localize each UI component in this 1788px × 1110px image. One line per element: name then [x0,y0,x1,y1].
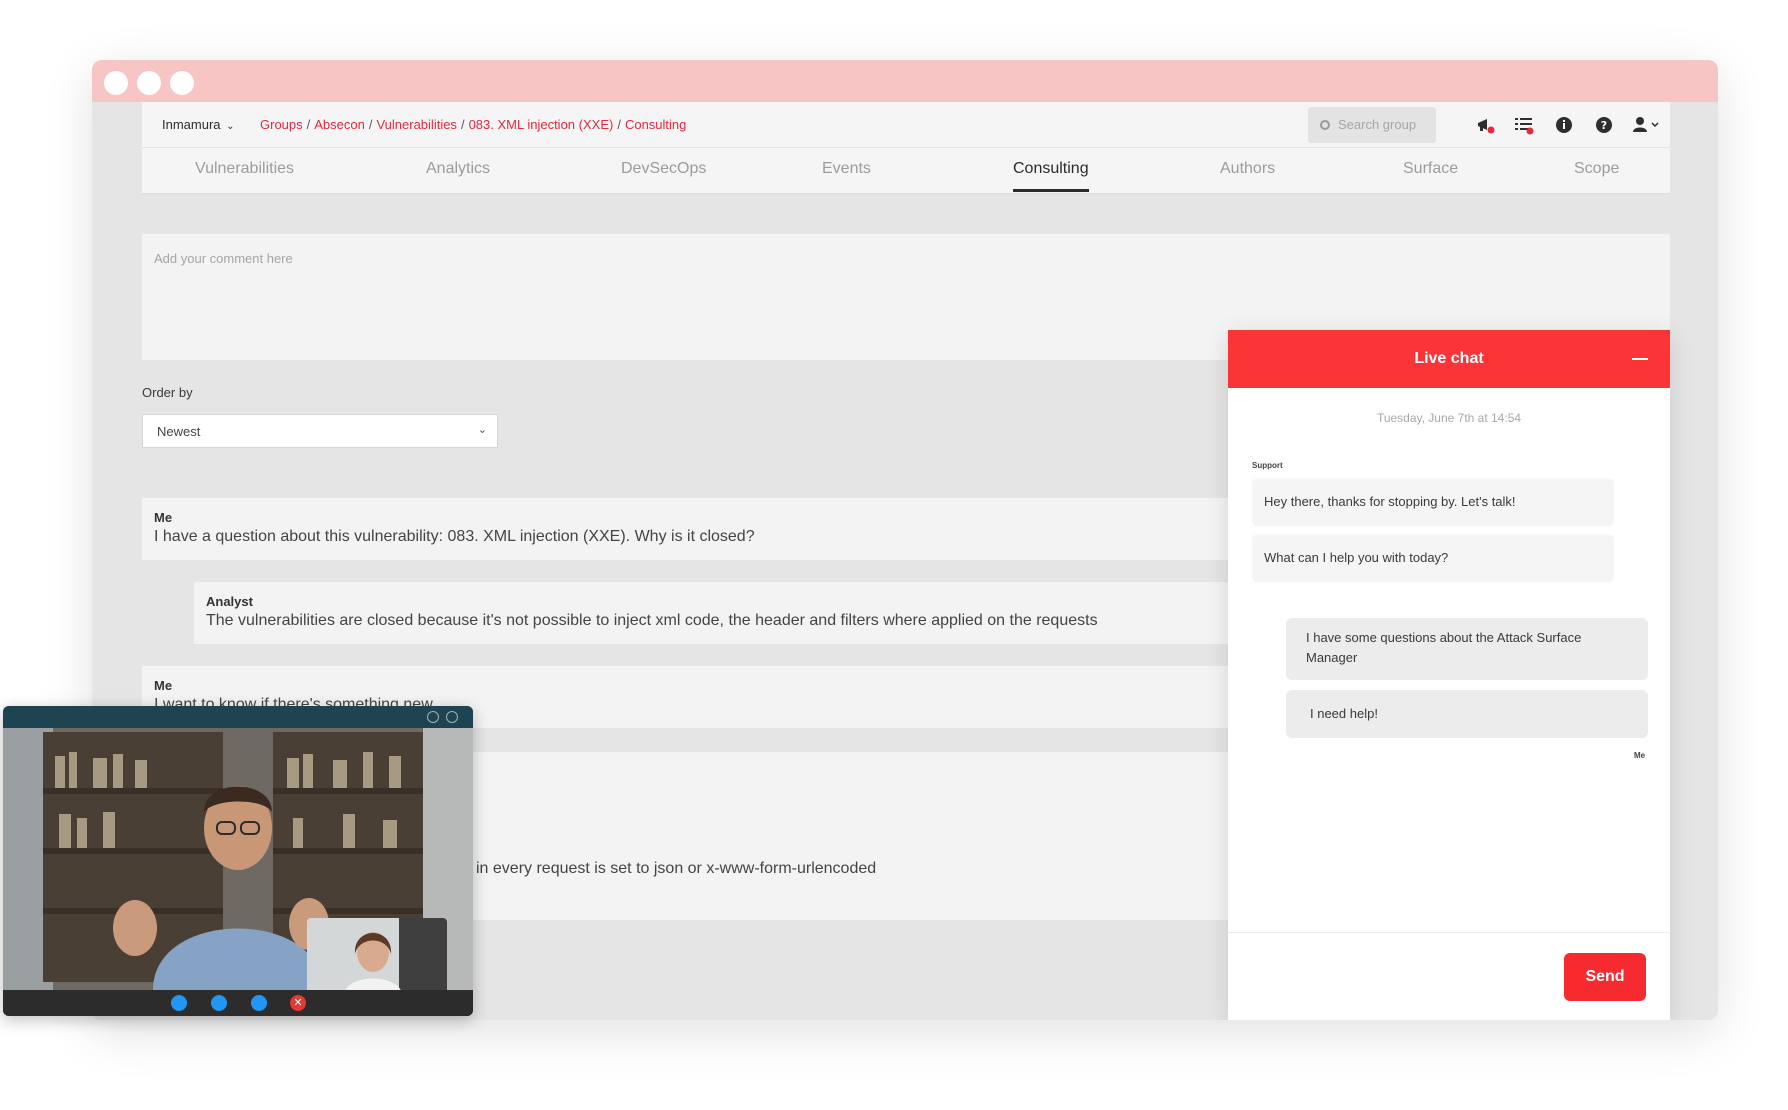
info-icon[interactable] [1554,115,1574,135]
video-call-window: ✕ [3,706,473,1016]
breadcrumb-group[interactable]: Absecon [314,117,365,132]
order-by-select[interactable]: Newest ⌄ [142,414,498,448]
window-dot-2[interactable] [137,71,161,95]
comment-item: Me I have a question about this vulnerab… [142,498,1302,560]
top-bar: Inmamura ⌄ Groups / Absecon / Vulnerabilitie… [142,102,1670,148]
signal-icon[interactable] [211,995,227,1011]
hangup-icon[interactable]: ✕ [290,995,306,1011]
more-icon[interactable] [446,711,458,723]
self-view-image [307,918,447,990]
tab-analytics[interactable]: Analytics [426,160,490,178]
video-titlebar [3,706,473,728]
video-icon[interactable] [171,995,187,1011]
chat-message-support: Hey there, thanks for stopping by. Let's… [1252,478,1614,526]
chat-date: Tuesday, June 7th at 14:54 [1376,411,1522,425]
task-list-icon[interactable] [1514,115,1534,135]
search-input[interactable]: Search group [1308,107,1436,143]
window-dot-1[interactable] [104,71,128,95]
minimize-icon[interactable] [1632,358,1648,360]
tab-vulnerabilities[interactable]: Vulnerabilities [195,160,294,178]
breadcrumb-finding[interactable]: 083. XML injection (XXE) [469,117,614,132]
sender-label: Me [1634,751,1646,760]
order-by-label: Order by [142,385,193,400]
svg-text:?: ? [1601,119,1607,132]
chat-message-me: I have some questions about the Attack S… [1286,618,1648,680]
comment-text: I have a question about this vulnerabili… [154,528,755,545]
user-icon[interactable] [1632,115,1662,135]
self-view-video[interactable] [307,918,447,990]
comment-placeholder: Add your comment here [154,251,293,266]
search-placeholder: Search group [1338,117,1417,132]
chevron-down-icon: ⌄ [226,121,235,132]
chat-header: Live chat [1228,330,1670,388]
comment-author: Me [154,510,173,525]
org-name: Inmamura [162,117,221,132]
tab-bar: Vulnerabilities Analytics DevSecOps Even… [142,148,1670,194]
breadcrumb: Groups / Absecon / Vulnerabilities/083. XML … [260,117,687,132]
window-titlebar [92,60,1718,102]
comment-author: Me [154,678,173,693]
search-icon [1320,120,1330,130]
tab-events[interactable]: Events [822,160,871,178]
breadcrumb-vulnerabilities[interactable]: Vulnerabilities [376,117,456,132]
sender-label: Support [1252,461,1283,470]
megaphone-icon[interactable] [1476,115,1496,135]
order-by-value: Newest [157,424,201,439]
breadcrumb-consulting[interactable]: Consulting [625,117,686,132]
comment-reply: Analyst The vulnerabilities are closed b… [194,582,1302,644]
tab-authors[interactable]: Authors [1220,160,1275,178]
chevron-down-icon: ⌄ [477,424,487,436]
breadcrumb-groups[interactable]: Groups [260,117,303,132]
send-button[interactable]: Send [1564,953,1646,1001]
comment-text: The vulnerabilities are closed because i… [206,612,1098,629]
tab-scope[interactable]: Scope [1574,160,1619,178]
live-chat-panel: Live chat Tuesday, June 7th at 14:54 Sup… [1228,330,1670,1020]
chat-footer: Send [1228,932,1670,1020]
org-selector[interactable]: Inmamura ⌄ [162,117,235,132]
comment-text: in every request is set to json or x-www… [476,860,877,877]
tab-devsecops[interactable]: DevSecOps [621,160,706,178]
help-icon[interactable]: ? [1594,115,1614,135]
chat-message-support: What can I help you with today? [1252,534,1614,582]
call-controls: ✕ [3,990,473,1016]
comment-author: Analyst [206,594,253,609]
tab-surface[interactable]: Surface [1403,160,1458,178]
video-feed [3,728,473,990]
minimize-icon[interactable] [427,711,439,723]
window-dot-3[interactable] [170,71,194,95]
chat-title: Live chat [1414,350,1484,367]
chat-icon[interactable] [251,995,267,1011]
chat-message-me: I need help! [1286,690,1648,738]
tab-consulting[interactable]: Consulting [1013,160,1089,192]
